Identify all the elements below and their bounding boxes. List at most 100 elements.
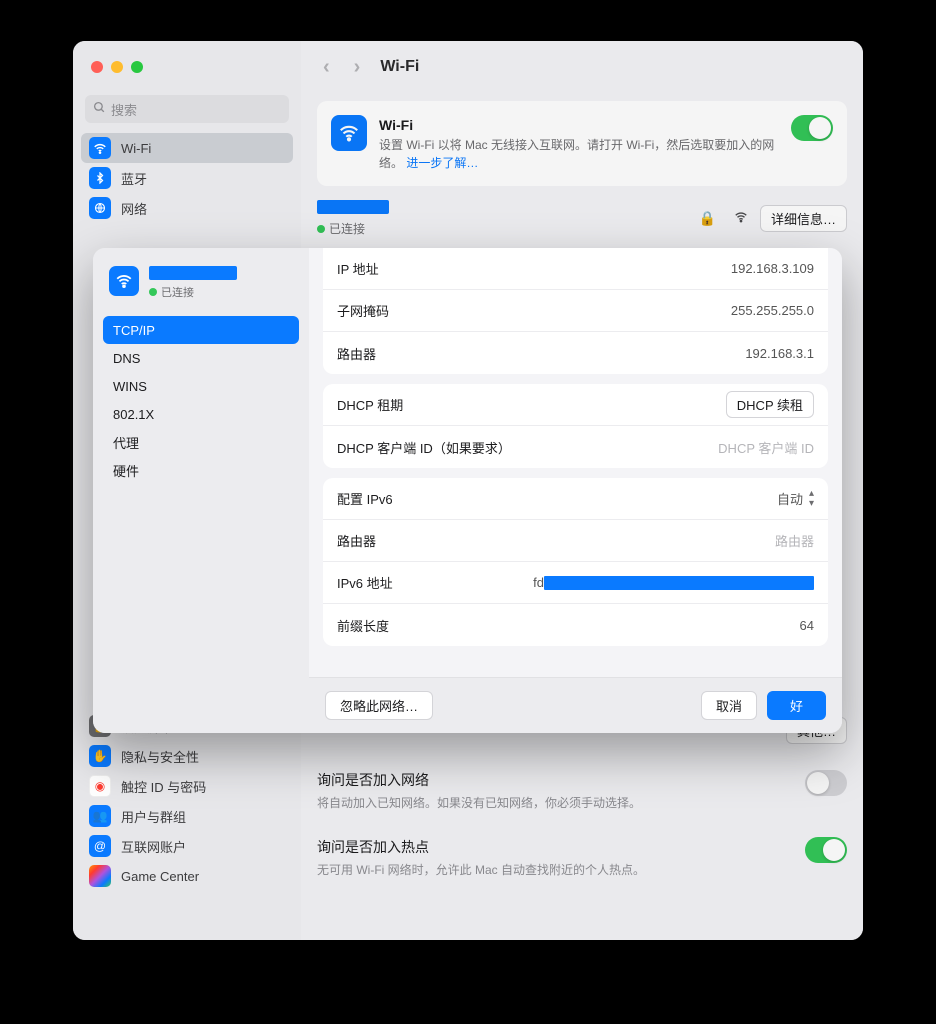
- field-placeholder: 路由器: [775, 531, 814, 550]
- status-dot-icon: [317, 225, 325, 233]
- at-icon: @: [89, 835, 111, 857]
- ipv4-group: IP 地址 192.168.3.109 子网掩码 255.255.255.0 路…: [323, 248, 828, 374]
- forget-network-button[interactable]: 忽略此网络…: [325, 691, 433, 720]
- field-label: DHCP 客户端 ID（如果要求）: [337, 438, 718, 457]
- lock-icon: 🔒: [699, 210, 716, 227]
- field-label: 路由器: [337, 344, 745, 363]
- minimize-button[interactable]: [111, 61, 123, 73]
- ipv6-redacted: [544, 576, 814, 590]
- sidebar-item-label: Game Center: [121, 869, 199, 884]
- sidebar-item-bluetooth[interactable]: 蓝牙: [81, 163, 293, 193]
- sheet-footer: 忽略此网络… 取消 好: [309, 677, 842, 733]
- ipv6-router-row[interactable]: 路由器 路由器: [323, 520, 828, 562]
- search-icon: [93, 101, 106, 117]
- dhcp-renew-button[interactable]: DHCP 续租: [726, 391, 814, 418]
- sidebar-item-internet-accounts[interactable]: @ 互联网账户: [81, 831, 293, 861]
- current-network-row: 已连接 🔒 详细信息…: [317, 200, 847, 237]
- network-name-redacted: [317, 200, 389, 214]
- ask-join-title: 询问是否加入网络: [317, 770, 805, 790]
- wifi-icon: [331, 115, 367, 151]
- wifi-card-title: Wi-Fi: [379, 115, 779, 135]
- search-placeholder: 搜索: [111, 100, 137, 119]
- field-value: 自动: [777, 489, 803, 508]
- back-button[interactable]: ‹: [319, 56, 334, 79]
- sidebar-item-privacy[interactable]: ✋ 隐私与安全性: [81, 741, 293, 771]
- sidebar-item-label: Wi-Fi: [121, 141, 151, 156]
- tab-8021x[interactable]: 802.1X: [103, 400, 299, 428]
- field-value: 255.255.255.0: [731, 303, 814, 318]
- dhcp-group: DHCP 租期 DHCP 续租 DHCP 客户端 ID（如果要求） DHCP 客…: [323, 384, 828, 468]
- wifi-signal-icon: [732, 210, 750, 227]
- tab-hardware[interactable]: 硬件: [103, 456, 299, 484]
- field-label: IP 地址: [337, 259, 731, 278]
- users-icon: 👥: [89, 805, 111, 827]
- field-label: 配置 IPv6: [337, 489, 777, 508]
- configure-ipv6-row[interactable]: 配置 IPv6 自动 ▴▾: [323, 478, 828, 520]
- details-button[interactable]: 详细信息…: [760, 205, 847, 232]
- ask-hotspot-desc: 无可用 Wi-Fi 网络时，允许此 Mac 自动查找附近的个人热点。: [317, 861, 805, 878]
- search-input[interactable]: 搜索: [85, 95, 289, 123]
- network-icon: [89, 197, 111, 219]
- prefix-length-row: 前缀长度 64: [323, 604, 828, 646]
- sidebar-item-label: 蓝牙: [121, 169, 147, 188]
- wifi-summary-card: Wi-Fi 设置 Wi-Fi 以将 Mac 无线接入互联网。请打开 Wi-Fi，…: [317, 101, 847, 186]
- subnet-mask-row: 子网掩码 255.255.255.0: [323, 290, 828, 332]
- sidebar-item-label: 网络: [121, 199, 147, 218]
- field-label: 前缀长度: [337, 616, 800, 635]
- sheet-sidebar: 已连接 TCP/IP DNS WINS 802.1X 代理 硬件: [93, 248, 309, 733]
- sidebar-item-label: 互联网账户: [121, 837, 186, 856]
- field-label: IPv6 地址: [337, 573, 533, 592]
- dhcp-client-id-row[interactable]: DHCP 客户端 ID（如果要求） DHCP 客户端 ID: [323, 426, 828, 468]
- network-status: 已连接: [317, 220, 389, 237]
- sidebar-item-users[interactable]: 👥 用户与群组: [81, 801, 293, 831]
- sidebar-item-network[interactable]: 网络: [81, 193, 293, 223]
- page-title: Wi-Fi: [380, 58, 419, 76]
- window-controls: [91, 61, 143, 73]
- tab-wins[interactable]: WINS: [103, 372, 299, 400]
- sheet-network-header: 已连接: [103, 262, 299, 310]
- ask-join-toggle[interactable]: [805, 770, 847, 796]
- wifi-icon: [89, 137, 111, 159]
- field-value: 192.168.3.1: [745, 346, 814, 361]
- forward-button[interactable]: ›: [350, 56, 365, 79]
- hand-icon: ✋: [89, 745, 111, 767]
- zoom-button[interactable]: [131, 61, 143, 73]
- wifi-summary-text: Wi-Fi 设置 Wi-Fi 以将 Mac 无线接入互联网。请打开 Wi-Fi，…: [379, 115, 779, 172]
- sidebar-list-lower: 🔒 锁定屏幕 ✋ 隐私与安全性 ◉ 触控 ID 与密码 👥 用户与群组 @ 互联…: [73, 711, 301, 891]
- sidebar-item-touchid[interactable]: ◉ 触控 ID 与密码: [81, 771, 293, 801]
- cancel-button[interactable]: 取消: [701, 691, 757, 720]
- network-status: 已连接: [149, 284, 237, 300]
- sidebar-item-wifi[interactable]: Wi-Fi: [81, 133, 293, 163]
- field-value: fd: [533, 575, 814, 591]
- ask-hotspot-toggle[interactable]: [805, 837, 847, 863]
- ipv6-group: 配置 IPv6 自动 ▴▾ 路由器 路由器 IPv6 地址 fd 前缀长度 64: [323, 478, 828, 646]
- tab-dns[interactable]: DNS: [103, 344, 299, 372]
- sidebar-item-label: 用户与群组: [121, 807, 186, 826]
- chevron-updown-icon: ▴▾: [809, 489, 814, 509]
- sheet-content: IP 地址 192.168.3.109 子网掩码 255.255.255.0 路…: [309, 248, 842, 733]
- game-center-icon: [89, 865, 111, 887]
- header: ‹ › Wi-Fi: [301, 41, 863, 93]
- status-dot-icon: [149, 288, 157, 296]
- bluetooth-icon: [89, 167, 111, 189]
- sidebar-list: Wi-Fi 蓝牙 网络: [73, 133, 301, 223]
- wifi-icon: [109, 266, 139, 296]
- tab-tcpip[interactable]: TCP/IP: [103, 316, 299, 344]
- field-label: 子网掩码: [337, 301, 731, 320]
- wifi-toggle[interactable]: [791, 115, 833, 141]
- learn-more-link[interactable]: 进一步了解…: [406, 156, 478, 170]
- network-details-sheet: 已连接 TCP/IP DNS WINS 802.1X 代理 硬件 IP 地址 1…: [93, 248, 842, 733]
- field-label: 路由器: [337, 531, 775, 550]
- ask-join-desc: 将自动加入已知网络。如果没有已知网络，你必须手动选择。: [317, 794, 805, 811]
- field-value: 192.168.3.109: [731, 261, 814, 276]
- tab-proxy[interactable]: 代理: [103, 428, 299, 456]
- router-row: 路由器 192.168.3.1: [323, 332, 828, 374]
- close-button[interactable]: [91, 61, 103, 73]
- ask-join-network-section: 询问是否加入网络 将自动加入已知网络。如果没有已知网络，你必须手动选择。: [317, 770, 847, 811]
- ask-hotspot-title: 询问是否加入热点: [317, 837, 805, 857]
- field-placeholder: DHCP 客户端 ID: [718, 438, 814, 457]
- ipv6-address-row: IPv6 地址 fd: [323, 562, 828, 604]
- sidebar-item-game-center[interactable]: Game Center: [81, 861, 293, 891]
- fingerprint-icon: ◉: [89, 775, 111, 797]
- ok-button[interactable]: 好: [767, 691, 826, 720]
